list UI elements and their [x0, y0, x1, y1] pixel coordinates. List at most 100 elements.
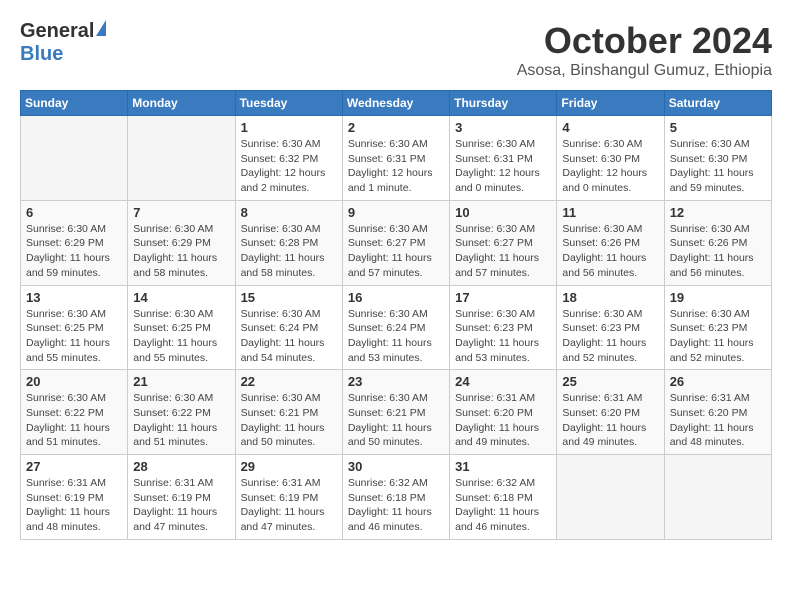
day-number: 1: [241, 120, 337, 135]
calendar-cell: 6Sunrise: 6:30 AMSunset: 6:29 PMDaylight…: [21, 200, 128, 285]
calendar-cell: 14Sunrise: 6:30 AMSunset: 6:25 PMDayligh…: [128, 285, 235, 370]
day-number: 23: [348, 374, 444, 389]
day-info: Sunrise: 6:30 AMSunset: 6:30 PMDaylight:…: [562, 137, 658, 196]
calendar-cell: [664, 455, 771, 540]
day-info: Sunrise: 6:30 AMSunset: 6:32 PMDaylight:…: [241, 137, 337, 196]
day-number: 3: [455, 120, 551, 135]
calendar-week-row: 20 Sunrise: 6:30 AMSunset: 6:22 PMDayligh…: [21, 370, 772, 455]
calendar-cell: 1 Sunrise: 6:30 AMSunset: 6:32 PMDaylight…: [235, 116, 342, 201]
calendar-cell: 31 Sunrise: 6:32 AMSunset: 6:18 PMDayligh…: [450, 455, 557, 540]
column-header-saturday: Saturday: [664, 91, 771, 116]
day-info: Sunrise: 6:30 AMSunset: 6:22 PMDaylight:…: [133, 391, 229, 450]
day-number: 11: [562, 205, 658, 220]
calendar-cell: 3 Sunrise: 6:30 AMSunset: 6:31 PMDaylight…: [450, 116, 557, 201]
column-header-monday: Monday: [128, 91, 235, 116]
calendar-cell: 5Sunrise: 6:30 AMSunset: 6:30 PMDaylight…: [664, 116, 771, 201]
calendar-week-row: 6 Sunrise: 6:30 AMSunset: 6:29 PMDaylight…: [21, 200, 772, 285]
calendar-cell: 8Sunrise: 6:30 AMSunset: 6:28 PMDaylight…: [235, 200, 342, 285]
day-number: 2: [348, 120, 444, 135]
column-header-friday: Friday: [557, 91, 664, 116]
calendar-cell: 2Sunrise: 6:30 AMSunset: 6:31 PMDaylight…: [342, 116, 449, 201]
day-info: Sunrise: 6:32 AMSunset: 6:18 PMDaylight:…: [455, 476, 551, 535]
day-number: 13: [26, 290, 122, 305]
calendar-cell: 28 Sunrise: 6:31 AMSunset: 6:19 PMDayligh…: [128, 455, 235, 540]
day-info: Sunrise: 6:31 AMSunset: 6:20 PMDaylight:…: [455, 391, 551, 450]
calendar-cell: 4 Sunrise: 6:30 AMSunset: 6:30 PMDaylight…: [557, 116, 664, 201]
day-info: Sunrise: 6:30 AMSunset: 6:23 PMDaylight:…: [455, 307, 551, 366]
day-number: 26: [670, 374, 766, 389]
calendar-cell: 19 Sunrise: 6:30 AMSunset: 6:23 PMDayligh…: [664, 285, 771, 370]
day-number: 4: [562, 120, 658, 135]
calendar-body: 1 Sunrise: 6:30 AMSunset: 6:32 PMDaylight…: [21, 116, 772, 540]
day-number: 16: [348, 290, 444, 305]
calendar-cell: [557, 455, 664, 540]
day-info: Sunrise: 6:30 AMSunset: 6:21 PMDaylight:…: [348, 391, 444, 450]
day-info: Sunrise: 6:30 AMSunset: 6:21 PMDaylight:…: [241, 391, 337, 450]
day-number: 15: [241, 290, 337, 305]
calendar-cell: 30 Sunrise: 6:32 AMSunset: 6:18 PMDayligh…: [342, 455, 449, 540]
calendar-cell: 11 Sunrise: 6:30 AMSunset: 6:26 PMDayligh…: [557, 200, 664, 285]
column-header-thursday: Thursday: [450, 91, 557, 116]
logo-blue-text: Blue: [20, 43, 63, 65]
calendar-cell: 10Sunrise: 6:30 AMSunset: 6:27 PMDayligh…: [450, 200, 557, 285]
day-number: 19: [670, 290, 766, 305]
day-info: Sunrise: 6:30 AMSunset: 6:31 PMDaylight:…: [455, 137, 551, 196]
column-header-sunday: Sunday: [21, 91, 128, 116]
day-number: 30: [348, 459, 444, 474]
day-info: Sunrise: 6:30 AMSunset: 6:28 PMDaylight:…: [241, 222, 337, 281]
column-header-tuesday: Tuesday: [235, 91, 342, 116]
day-info: Sunrise: 6:31 AMSunset: 6:19 PMDaylight:…: [241, 476, 337, 535]
logo-triangle-icon: [96, 20, 106, 36]
day-number: 12: [670, 205, 766, 220]
day-number: 31: [455, 459, 551, 474]
calendar-week-row: 13 Sunrise: 6:30 AMSunset: 6:25 PMDayligh…: [21, 285, 772, 370]
calendar-cell: 15Sunrise: 6:30 AMSunset: 6:24 PMDayligh…: [235, 285, 342, 370]
calendar-cell: 17 Sunrise: 6:30 AMSunset: 6:23 PMDayligh…: [450, 285, 557, 370]
day-number: 27: [26, 459, 122, 474]
day-number: 20: [26, 374, 122, 389]
day-info: Sunrise: 6:31 AMSunset: 6:19 PMDaylight:…: [26, 476, 122, 535]
calendar-cell: 24 Sunrise: 6:31 AMSunset: 6:20 PMDayligh…: [450, 370, 557, 455]
calendar-cell: 12 Sunrise: 6:30 AMSunset: 6:26 PMDayligh…: [664, 200, 771, 285]
calendar-week-row: 1 Sunrise: 6:30 AMSunset: 6:32 PMDaylight…: [21, 116, 772, 201]
day-number: 24: [455, 374, 551, 389]
calendar-cell: 29 Sunrise: 6:31 AMSunset: 6:19 PMDayligh…: [235, 455, 342, 540]
day-number: 28: [133, 459, 229, 474]
day-number: 22: [241, 374, 337, 389]
day-info: Sunrise: 6:30 AMSunset: 6:26 PMDaylight:…: [562, 222, 658, 281]
calendar-cell: 22 Sunrise: 6:30 AMSunset: 6:21 PMDayligh…: [235, 370, 342, 455]
calendar-header-row: SundayMondayTuesdayWednesdayThursdayFrid…: [21, 91, 772, 116]
title-block: October 2024 Asosa, Binshangul Gumuz, Et…: [517, 20, 772, 80]
day-info: Sunrise: 6:30 AMSunset: 6:23 PMDaylight:…: [562, 307, 658, 366]
column-header-wednesday: Wednesday: [342, 91, 449, 116]
logo-general-text: General: [20, 20, 94, 43]
calendar-cell: 18Sunrise: 6:30 AMSunset: 6:23 PMDayligh…: [557, 285, 664, 370]
day-info: Sunrise: 6:30 AMSunset: 6:26 PMDaylight:…: [670, 222, 766, 281]
calendar-week-row: 27 Sunrise: 6:31 AMSunset: 6:19 PMDayligh…: [21, 455, 772, 540]
calendar-cell: 20 Sunrise: 6:30 AMSunset: 6:22 PMDayligh…: [21, 370, 128, 455]
calendar-cell: 27 Sunrise: 6:31 AMSunset: 6:19 PMDayligh…: [21, 455, 128, 540]
day-info: Sunrise: 6:30 AMSunset: 6:23 PMDaylight:…: [670, 307, 766, 366]
day-info: Sunrise: 6:30 AMSunset: 6:25 PMDaylight:…: [133, 307, 229, 366]
day-number: 29: [241, 459, 337, 474]
day-info: Sunrise: 6:32 AMSunset: 6:18 PMDaylight:…: [348, 476, 444, 535]
day-info: Sunrise: 6:30 AMSunset: 6:27 PMDaylight:…: [348, 222, 444, 281]
day-number: 10: [455, 205, 551, 220]
day-number: 9: [348, 205, 444, 220]
day-info: Sunrise: 6:30 AMSunset: 6:24 PMDaylight:…: [348, 307, 444, 366]
calendar-cell: 26Sunrise: 6:31 AMSunset: 6:20 PMDayligh…: [664, 370, 771, 455]
calendar-table: SundayMondayTuesdayWednesdayThursdayFrid…: [20, 90, 772, 540]
day-info: Sunrise: 6:30 AMSunset: 6:29 PMDaylight:…: [133, 222, 229, 281]
day-info: Sunrise: 6:30 AMSunset: 6:22 PMDaylight:…: [26, 391, 122, 450]
calendar-cell: 23 Sunrise: 6:30 AMSunset: 6:21 PMDayligh…: [342, 370, 449, 455]
day-info: Sunrise: 6:31 AMSunset: 6:19 PMDaylight:…: [133, 476, 229, 535]
month-title: October 2024: [517, 20, 772, 62]
day-number: 17: [455, 290, 551, 305]
page-header: General Blue October 2024 Asosa, Binshan…: [20, 20, 772, 80]
calendar-cell: 16 Sunrise: 6:30 AMSunset: 6:24 PMDayligh…: [342, 285, 449, 370]
day-number: 7: [133, 205, 229, 220]
day-info: Sunrise: 6:30 AMSunset: 6:25 PMDaylight:…: [26, 307, 122, 366]
day-number: 6: [26, 205, 122, 220]
day-number: 5: [670, 120, 766, 135]
calendar-cell: 13 Sunrise: 6:30 AMSunset: 6:25 PMDayligh…: [21, 285, 128, 370]
